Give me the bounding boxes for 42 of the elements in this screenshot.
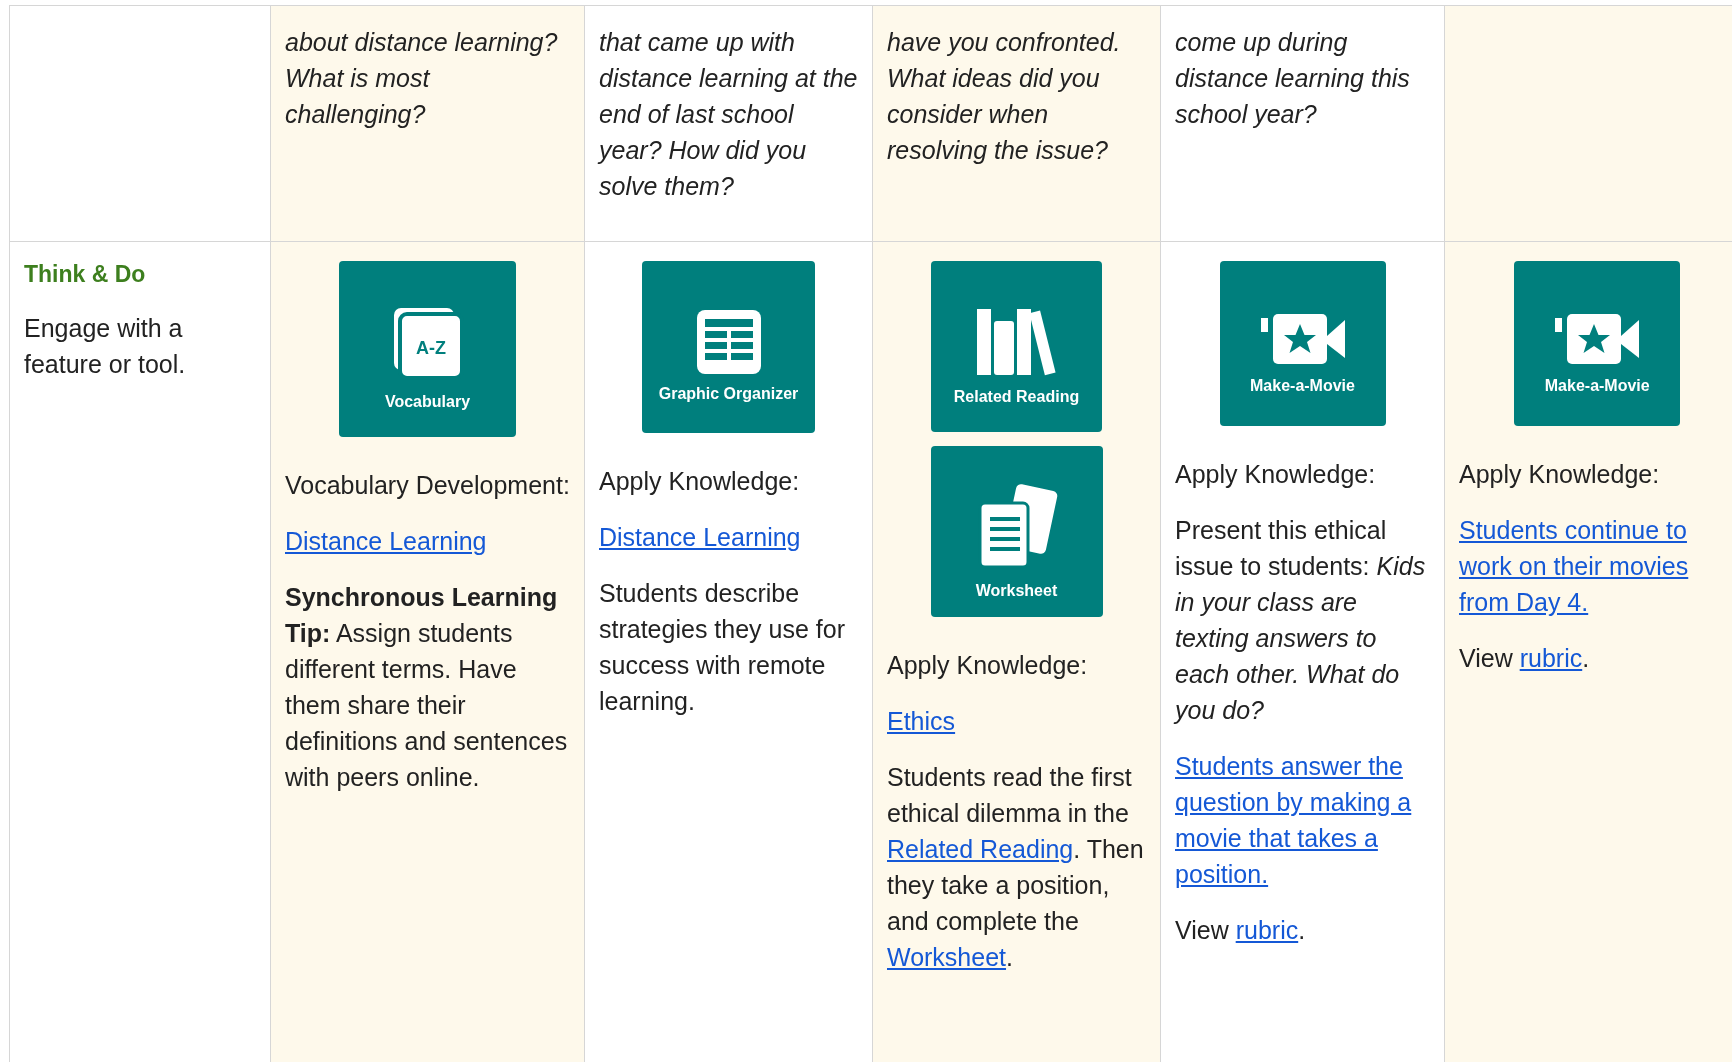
question-text: come up during distance learning this school year? bbox=[1175, 27, 1411, 130]
paragraph: Apply Knowledge: bbox=[1459, 459, 1661, 490]
question-text: about distance learning? What is most challenging? bbox=[285, 27, 559, 130]
paragraph: Present this ethical issue to students: Kids in your class are texting answers to each other. What do you do? bbox=[1175, 515, 1427, 726]
tile-label: Make-a-Movie bbox=[1250, 375, 1355, 396]
activity-link[interactable]: Students continue to work on their movies from Day 4. bbox=[1459, 512, 1732, 620]
question-text: that came up with distance learning at the end of last school year? How did you solve them? bbox=[599, 27, 858, 202]
paragraph: Vocabulary Development: bbox=[285, 470, 570, 501]
books-icon bbox=[976, 306, 1057, 377]
tool-tile[interactable]: Worksheet bbox=[930, 446, 1103, 617]
tile-label: Related Reading bbox=[953, 386, 1080, 407]
activity-link[interactable]: Students answer the question by making a movie that takes a position. bbox=[1175, 748, 1430, 892]
paragraph: View rubric. bbox=[1175, 915, 1307, 946]
paragraph: Students describe strategies they use for success with remote learning. bbox=[599, 578, 846, 717]
activity-link[interactable]: Ethics bbox=[887, 703, 1146, 739]
paragraph: Synchronous Learning Tip: Assign students different terms. Have them share their definitions and sentences with peers online. bbox=[285, 582, 569, 793]
video-camera-star-icon bbox=[1555, 311, 1640, 366]
tool-tile[interactable]: Make-a-Movie bbox=[1514, 261, 1681, 426]
tile-label: Vocabulary bbox=[384, 392, 471, 412]
tool-tile[interactable]: Make-a-Movie bbox=[1219, 261, 1386, 426]
table-icon bbox=[696, 310, 761, 374]
paragraph: Apply Knowledge: bbox=[887, 650, 1089, 681]
inline-link[interactable]: Related Reading bbox=[887, 835, 1074, 863]
row-description: Engage with a feature or tool. bbox=[24, 313, 187, 380]
paragraph: View rubric. bbox=[1459, 643, 1591, 674]
tool-tile[interactable]: Related Reading bbox=[931, 261, 1102, 432]
tile-label: Make-a-Movie bbox=[1544, 375, 1650, 396]
paragraph: Apply Knowledge: bbox=[599, 466, 801, 497]
activity-link[interactable]: Distance Learning bbox=[599, 519, 858, 555]
tile-label: Graphic Organizer bbox=[658, 384, 799, 404]
tool-tile[interactable]: Graphic Organizer bbox=[642, 261, 815, 433]
question-text: have you confronted. What ideas did you consider when resolving the issue? bbox=[887, 27, 1122, 166]
paragraph: Apply Knowledge: bbox=[1175, 459, 1377, 490]
inline-link[interactable]: rubric bbox=[1235, 916, 1299, 944]
paragraph: Students read the first ethical dilemma in the Related Reading. Then they take a position, and complete the Worksheet. bbox=[887, 762, 1145, 973]
activity-link[interactable]: Distance Learning bbox=[285, 523, 570, 559]
video-camera-star-icon bbox=[1260, 311, 1345, 366]
row-title: Think & Do bbox=[24, 260, 147, 289]
tool-tile[interactable]: A-Z Vocabulary bbox=[339, 261, 516, 437]
tile-label: Worksheet bbox=[975, 580, 1058, 601]
inline-link[interactable]: Worksheet bbox=[887, 943, 1007, 971]
inline-link[interactable]: rubric bbox=[1519, 644, 1583, 672]
